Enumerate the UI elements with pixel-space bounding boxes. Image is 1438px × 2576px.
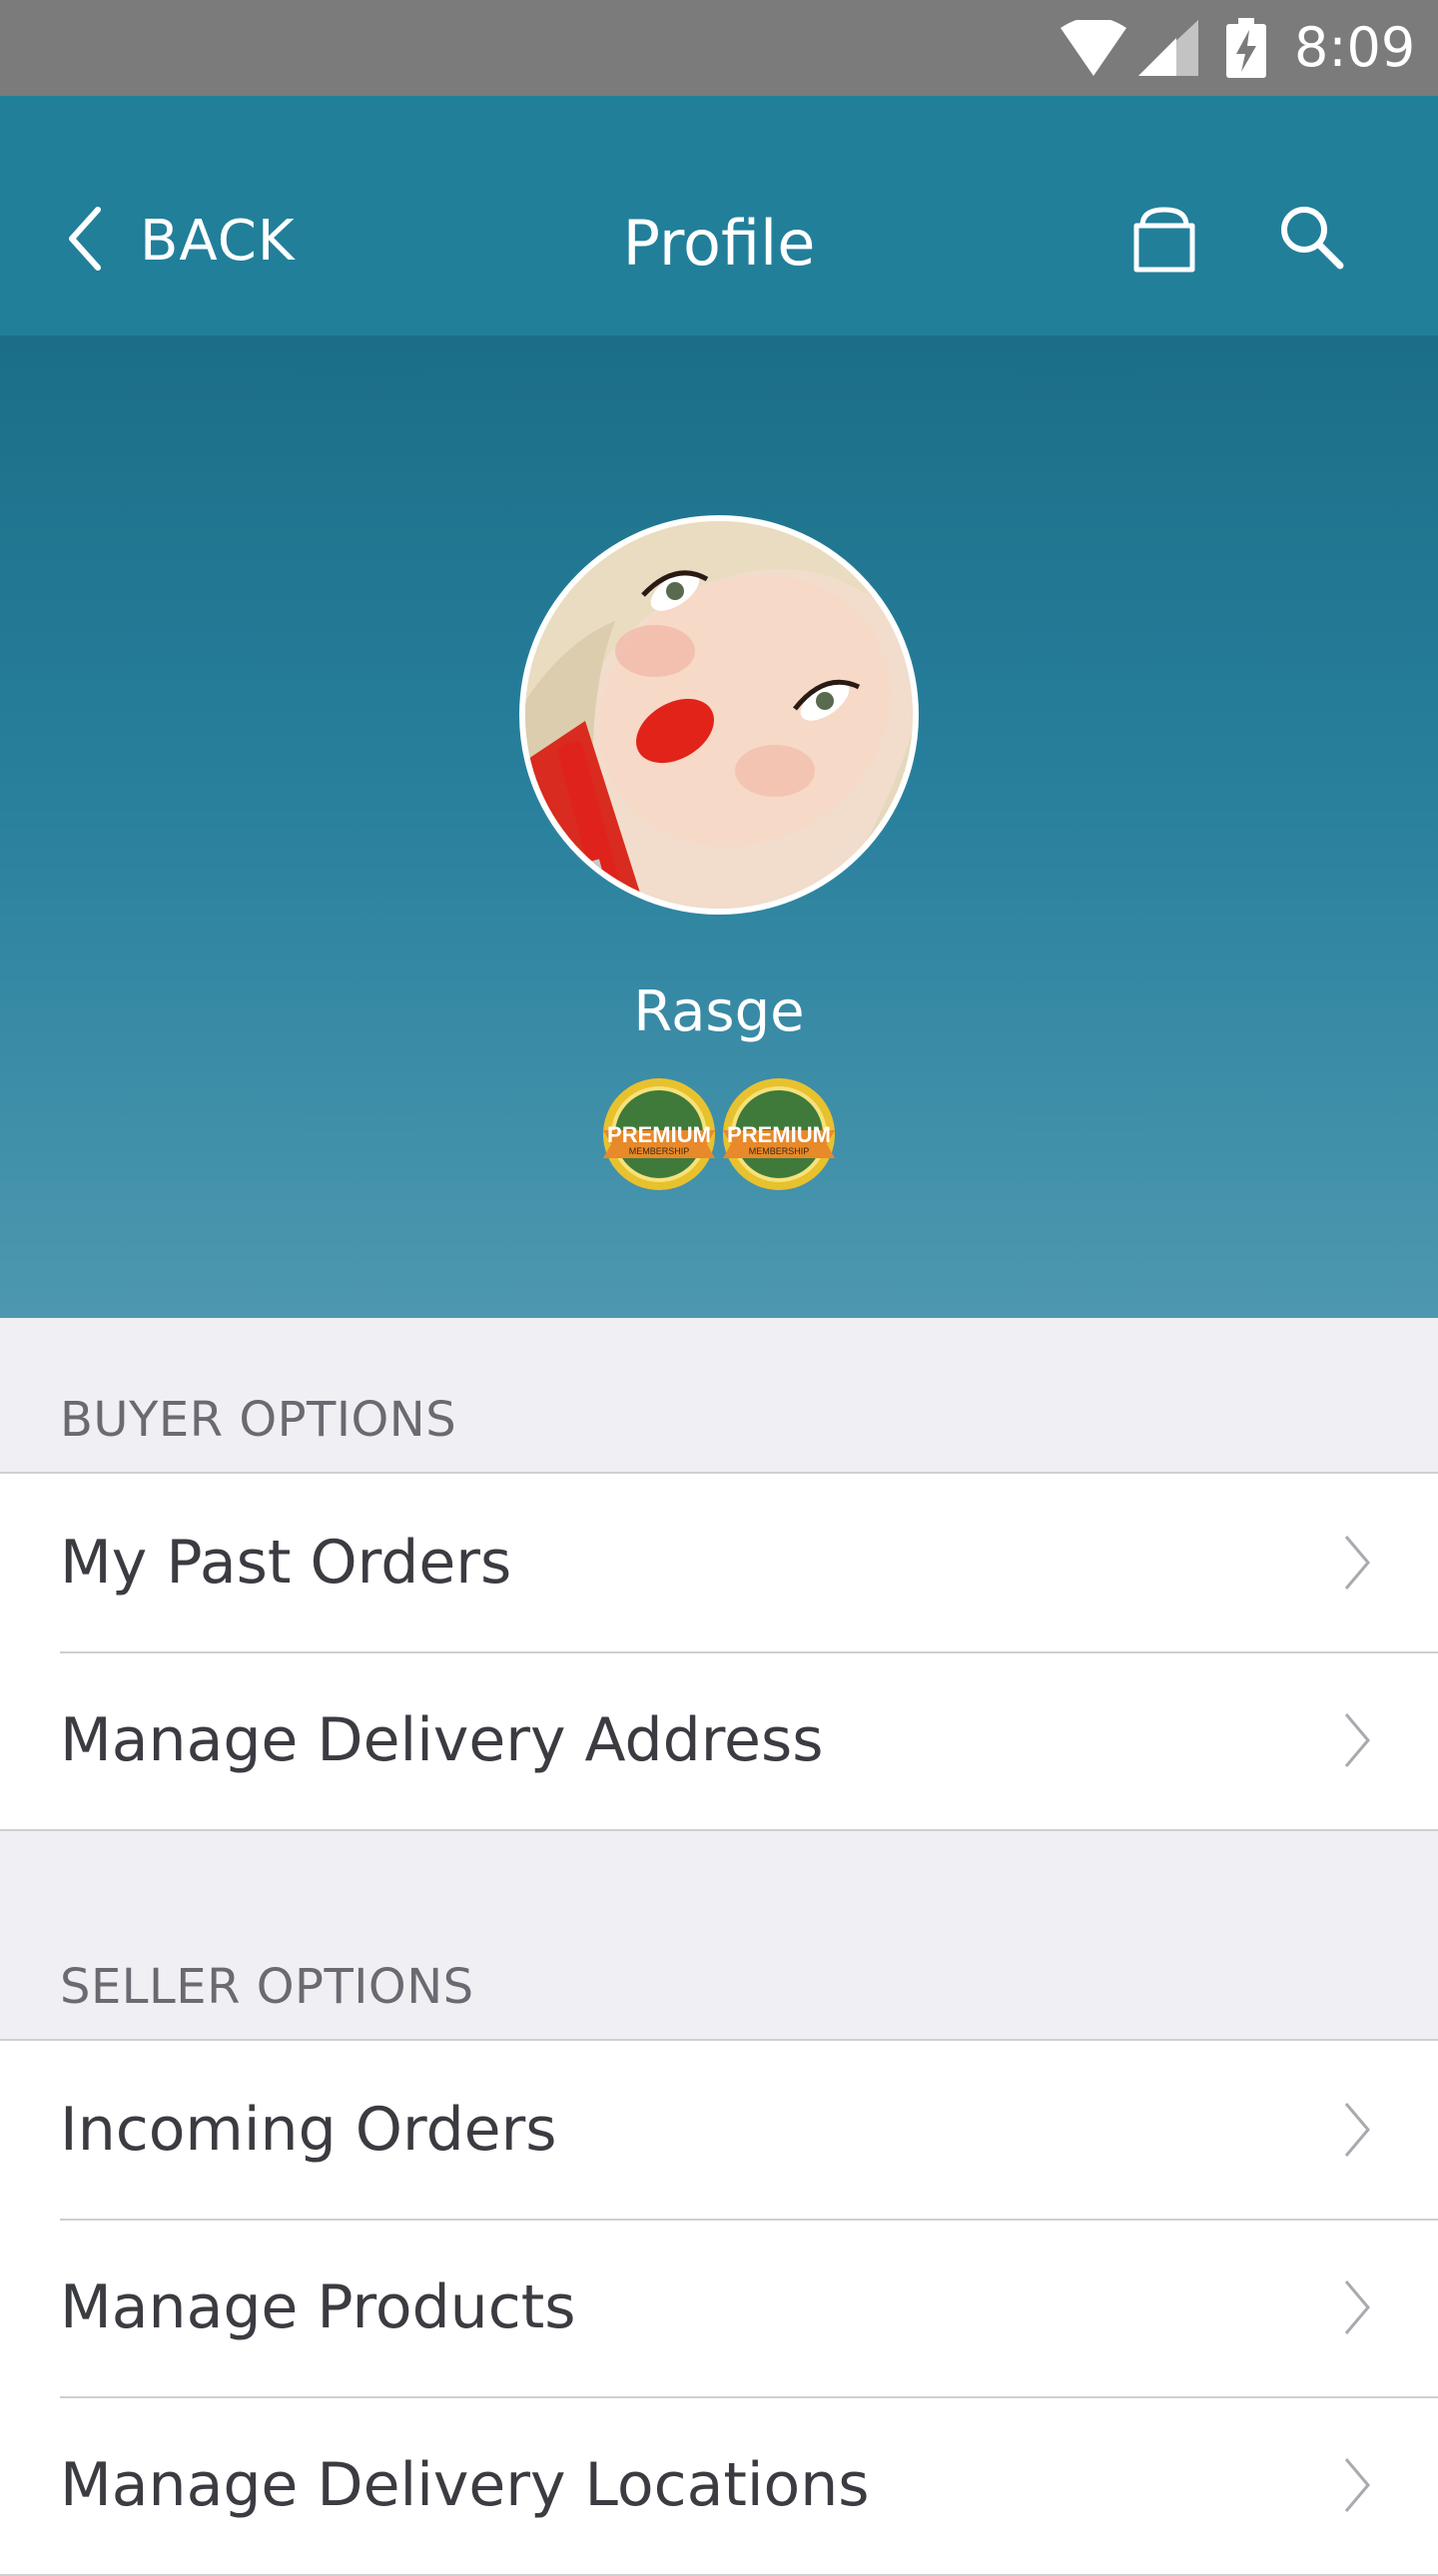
status-bar: 8:09 <box>0 0 1438 96</box>
badge-top-text: PREMIUM <box>727 1122 831 1147</box>
list-item-my-past-orders[interactable]: My Past Orders <box>0 1474 1438 1651</box>
seller-options-heading: SELLER OPTIONS <box>60 1959 474 2015</box>
list-item-label: Incoming Orders <box>60 2095 557 2165</box>
list-item-label: Manage Products <box>60 2272 576 2342</box>
avatar-photo <box>525 521 913 909</box>
list-item-label: My Past Orders <box>60 1528 512 1598</box>
list-item-incoming-orders[interactable]: Incoming Orders <box>0 2041 1438 2219</box>
badge-bottom-text: MEMBERSHIP <box>749 1146 810 1156</box>
chevron-right-icon <box>1344 2458 1370 2512</box>
buyer-options-list: My Past Orders Manage Delivery Address <box>0 1472 1438 1831</box>
back-label: BACK <box>140 209 296 274</box>
chevron-right-icon <box>1344 1536 1370 1590</box>
username: Rasge <box>633 979 805 1044</box>
cellular-signal-icon <box>1138 20 1198 76</box>
shopping-bag-icon <box>1133 207 1195 273</box>
list-item-manage-delivery-locations[interactable]: Manage Delivery Locations <box>0 2396 1438 2574</box>
app-bar: BACK Profile <box>0 96 1438 335</box>
status-time: 8:09 <box>1294 16 1416 79</box>
back-button[interactable]: BACK <box>54 196 304 286</box>
page-title: Profile <box>622 207 816 280</box>
list-item-manage-products[interactable]: Manage Products <box>0 2219 1438 2396</box>
chevron-left-icon <box>69 207 101 271</box>
battery-charging-icon <box>1226 18 1266 78</box>
shopping-bag-button[interactable] <box>1128 202 1200 282</box>
badge-top-text: PREMIUM <box>607 1122 711 1147</box>
avatar[interactable] <box>519 515 919 915</box>
search-button[interactable] <box>1274 200 1354 280</box>
profile-header: Rasge PREMIUM MEMBERSHIP PREMIUM MEMBERS… <box>0 335 1438 1318</box>
search-icon <box>1281 207 1344 270</box>
premium-membership-badge-icon: PREMIUM MEMBERSHIP <box>603 1078 715 1190</box>
chevron-right-icon <box>1344 2103 1370 2157</box>
chevron-right-icon <box>1344 1713 1370 1767</box>
list-item-label: Manage Delivery Locations <box>60 2450 870 2520</box>
buyer-options-heading: BUYER OPTIONS <box>60 1392 457 1448</box>
premium-membership-badge-icon: PREMIUM MEMBERSHIP <box>723 1078 835 1190</box>
list-item-label: Manage Delivery Address <box>60 1705 824 1775</box>
badge-bottom-text: MEMBERSHIP <box>629 1146 690 1156</box>
seller-options-list: Incoming Orders Manage Products Manage D… <box>0 2039 1438 2576</box>
wifi-icon <box>1061 20 1126 76</box>
chevron-right-icon <box>1344 2280 1370 2334</box>
list-item-manage-delivery-address[interactable]: Manage Delivery Address <box>0 1651 1438 1829</box>
